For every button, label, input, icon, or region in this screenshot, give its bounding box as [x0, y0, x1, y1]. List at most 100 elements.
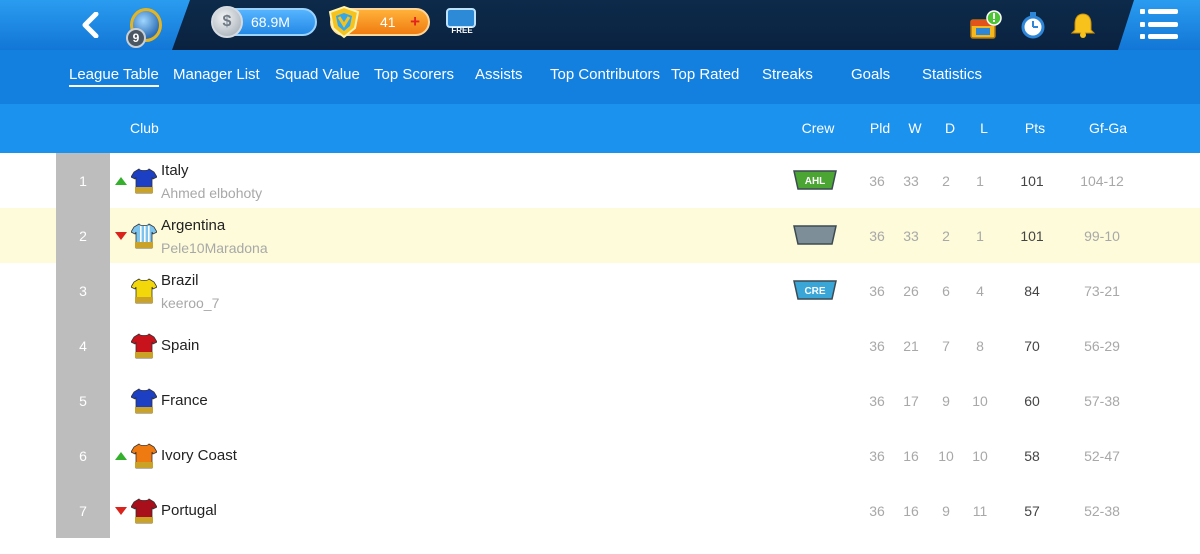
- tab-squad-value[interactable]: Squad Value: [275, 66, 360, 83]
- notifications-button[interactable]: [1066, 8, 1100, 42]
- cell-d: 6: [942, 283, 950, 299]
- free-label: FREE: [451, 26, 473, 35]
- cell-gfga: 57-38: [1084, 393, 1120, 409]
- tab-top-scorers[interactable]: Top Scorers: [374, 66, 454, 83]
- cell-pts: 58: [1024, 448, 1040, 464]
- tab-goals[interactable]: Goals: [851, 66, 890, 83]
- cell-pld: 36: [869, 173, 885, 189]
- league-table-body: 1 Italy Ahmed elbohoty AHL 36 33 2 1 101 104-12 2 A…: [0, 153, 1200, 554]
- table-row[interactable]: 3 Brazil keeroo_7 CRE 36 26 6 4 84 73-21: [0, 263, 1200, 318]
- team-name[interactable]: France: [161, 392, 208, 409]
- cell-d: 2: [942, 228, 950, 244]
- rank-cell: 7: [56, 483, 110, 538]
- menu-button[interactable]: [1148, 9, 1178, 39]
- manager-level-badge[interactable]: 9: [126, 8, 166, 48]
- table-row[interactable]: 5 France 36 17 9 10 60 57-38: [0, 373, 1200, 428]
- col-header-d[interactable]: D: [945, 120, 955, 136]
- team-name[interactable]: Brazil: [161, 272, 199, 289]
- cell-d: 9: [942, 503, 950, 519]
- team-kit-icon: [131, 498, 157, 524]
- manager-name[interactable]: Pele10Maradona: [161, 240, 268, 256]
- crew-badge-icon[interactable]: AHL: [793, 169, 837, 191]
- coins-counter[interactable]: $ 68.9M: [211, 6, 317, 38]
- team-name[interactable]: Spain: [161, 337, 199, 354]
- table-row[interactable]: 6 Ivory Coast 36 16 10 10 58 52-47: [0, 428, 1200, 483]
- cell-pld: 36: [869, 393, 885, 409]
- tokens-counter[interactable]: 41 +: [328, 5, 430, 39]
- col-header-gf-ga[interactable]: Gf-Ga: [1089, 120, 1127, 136]
- team-name[interactable]: Ivory Coast: [161, 447, 237, 464]
- team-name[interactable]: Italy: [161, 162, 189, 179]
- col-header-crew[interactable]: Crew: [802, 120, 835, 136]
- cell-pld: 36: [869, 503, 885, 519]
- cell-gfga: 52-38: [1084, 503, 1120, 519]
- team-kit-icon: [131, 278, 157, 304]
- rank-cell: 4: [56, 318, 110, 373]
- menu-icon-bar: [1148, 34, 1178, 39]
- stopwatch-button[interactable]: [1016, 8, 1050, 42]
- team-kit-icon: [131, 223, 157, 249]
- tab-manager-list[interactable]: Manager List: [173, 66, 260, 83]
- crew-badge-icon[interactable]: [793, 224, 837, 246]
- tab-streaks[interactable]: Streaks: [762, 66, 813, 83]
- cell-pld: 36: [869, 338, 885, 354]
- level-number: 9: [126, 28, 146, 48]
- col-header-l[interactable]: L: [980, 120, 988, 136]
- rank-cell: 2: [56, 208, 110, 263]
- cell-l: 1: [976, 173, 984, 189]
- col-header-w[interactable]: W: [908, 120, 921, 136]
- cell-d: 2: [942, 173, 950, 189]
- cell-l: 8: [976, 338, 984, 354]
- tab-top-contributors[interactable]: Top Contributors: [550, 66, 660, 83]
- rank-cell: 6: [56, 428, 110, 483]
- cell-pts: 60: [1024, 393, 1040, 409]
- cell-pts: 70: [1024, 338, 1040, 354]
- gsm-shop-icon: [970, 10, 1002, 39]
- add-tokens-icon[interactable]: +: [410, 12, 420, 32]
- rank-cell: 1: [56, 153, 110, 208]
- cell-w: 33: [903, 173, 919, 189]
- cell-pts: 101: [1020, 228, 1044, 244]
- team-name[interactable]: Argentina: [161, 217, 225, 234]
- col-header-pld[interactable]: Pld: [870, 120, 890, 136]
- position-up-icon: [115, 177, 127, 185]
- crew-tag: AHL: [805, 176, 826, 187]
- col-header-pts[interactable]: Pts: [1025, 120, 1045, 136]
- crew-tag: CRE: [804, 286, 825, 297]
- col-header-club[interactable]: Club: [130, 120, 159, 136]
- gsm-shop-button[interactable]: [968, 8, 1002, 42]
- cell-l: 1: [976, 228, 984, 244]
- team-name[interactable]: Portugal: [161, 502, 217, 519]
- cell-pld: 36: [869, 228, 885, 244]
- manager-name[interactable]: keeroo_7: [161, 295, 219, 311]
- cell-gfga: 52-47: [1084, 448, 1120, 464]
- tokens-value: 41: [380, 14, 396, 30]
- cell-pts: 84: [1024, 283, 1040, 299]
- table-header: Club Crew Pld W D L Pts Gf-Ga: [0, 104, 1200, 153]
- tab-statistics[interactable]: Statistics: [922, 66, 982, 83]
- manager-name[interactable]: Ahmed elbohoty: [161, 185, 262, 201]
- bell-icon: [1070, 13, 1096, 38]
- cell-pld: 36: [869, 448, 885, 464]
- position-down-icon: [115, 507, 127, 515]
- tab-assists[interactable]: Assists: [475, 66, 523, 83]
- back-button[interactable]: [76, 10, 106, 40]
- coins-value: 68.9M: [251, 14, 290, 30]
- table-row[interactable]: 7 Portugal 36 16 9 11 57 52-38: [0, 483, 1200, 538]
- cell-w: 16: [903, 448, 919, 464]
- table-row[interactable]: 4 Spain 36 21 7 8 70 56-29: [0, 318, 1200, 373]
- tab-top-rated[interactable]: Top Rated: [671, 66, 739, 83]
- video-camera-icon: [446, 8, 476, 28]
- free-video-button[interactable]: FREE: [444, 8, 480, 36]
- table-row[interactable]: 1 Italy Ahmed elbohoty AHL 36 33 2 1 101 104-12: [0, 153, 1200, 208]
- cell-d: 9: [942, 393, 950, 409]
- cell-gfga: 73-21: [1084, 283, 1120, 299]
- team-kit-icon: [131, 388, 157, 414]
- table-row[interactable]: 2 Argentina Pele10Maradona 36 33 2 1 101 99-10: [0, 208, 1200, 263]
- crew-badge-icon[interactable]: CRE: [793, 279, 837, 301]
- menu-icon-bar: [1148, 21, 1178, 27]
- stopwatch-icon: [1021, 12, 1045, 39]
- coin-icon: $: [211, 6, 243, 38]
- tab-league-table[interactable]: League Table: [69, 66, 159, 87]
- cell-d: 7: [942, 338, 950, 354]
